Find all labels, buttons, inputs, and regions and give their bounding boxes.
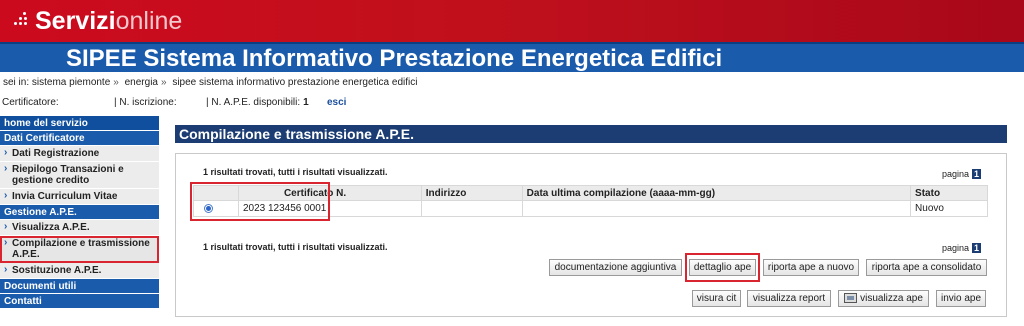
ape-available-count: 1 (303, 97, 309, 108)
cell-indirizzo (420, 200, 523, 217)
page-number[interactable]: 1 (972, 243, 982, 253)
visura-cit-button[interactable]: visura cit (692, 290, 741, 307)
column-header-data: Data ultima compilazione (aaaa-mm-gg) (521, 185, 912, 201)
breadcrumb-item[interactable]: sipee sistema informativo prestazione en… (172, 77, 417, 88)
visualizza-report-button[interactable]: visualizza report (747, 290, 831, 307)
invio-ape-button[interactable]: invio ape (936, 290, 986, 307)
sidebar-item-contatti[interactable]: Contatti (0, 294, 159, 309)
column-header-stato: Stato (910, 185, 988, 201)
iscrizione-label: | N. iscrizione: (114, 97, 177, 108)
sidebar-item-visualizza-ape[interactable]: Visualizza A.P.E. (0, 220, 159, 236)
visualizza-ape-button[interactable]: visualizza ape (838, 290, 929, 307)
sidebar-item-documenti-utili[interactable]: Documenti utili (0, 279, 159, 294)
certificatore-info-bar: Certificatore: | N. iscrizione: | N. A.P… (0, 97, 1024, 113)
certificatore-label: Certificatore: (2, 97, 59, 108)
brand-logo[interactable]: Servizionline (35, 6, 182, 36)
pagination-top: pagina 1 (942, 169, 982, 179)
dettaglio-ape-highlight (685, 253, 760, 282)
results-summary-bottom: 1 risultati trovati, tutti i risultati v… (203, 242, 388, 252)
brand-name-bold: Servizi (35, 7, 116, 35)
riporta-ape-consolidato-button[interactable]: riporta ape a consolidato (866, 259, 987, 276)
results-summary-top: 1 risultati trovati, tutti i risultati v… (203, 167, 388, 177)
documentazione-aggiuntiva-button[interactable]: documentazione aggiuntiva (549, 259, 682, 276)
breadcrumb-item[interactable]: energia (125, 77, 158, 88)
brand-bar: Servizionline (0, 0, 1024, 42)
sidebar: home del servizio Dati Certificatore Dat… (0, 116, 159, 309)
breadcrumb-item[interactable]: sistema piemonte (32, 77, 110, 88)
section-header: Compilazione e trasmissione A.P.E. (175, 125, 1007, 143)
ape-available: | N. A.P.E. disponibili: 1 (206, 97, 309, 108)
monitor-icon (844, 293, 858, 304)
page-title: Compilazione e trasmissione A.P.E. (179, 126, 414, 142)
pagination-bottom: pagina 1 (942, 243, 982, 253)
column-header-indirizzo: Indirizzo (420, 185, 523, 201)
breadcrumb: sei in: sistema piemonte» energia» sipee… (3, 77, 418, 88)
sidebar-item-riepilogo-transazioni[interactable]: Riepilogo Transazioni e gestione credito (0, 162, 159, 189)
exit-link[interactable]: esci (327, 97, 346, 108)
sidebar-item-home[interactable]: home del servizio (0, 116, 159, 131)
riporta-ape-nuovo-button[interactable]: riporta ape a nuovo (763, 259, 859, 276)
app-title-bar: SIPEE Sistema Informativo Prestazione En… (0, 42, 1024, 72)
certificate-highlight (190, 182, 330, 221)
brand-dots-icon (14, 12, 32, 30)
page-number[interactable]: 1 (972, 169, 982, 179)
sidebar-section-gestione-ape[interactable]: Gestione A.P.E. (0, 205, 159, 220)
cell-data (521, 200, 912, 217)
breadcrumb-prefix: sei in: (3, 77, 30, 88)
sidebar-item-sostituzione-ape[interactable]: Sostituzione A.P.E. (0, 263, 159, 279)
sidebar-section-dati-certificatore[interactable]: Dati Certificatore (0, 131, 159, 146)
cell-stato: Nuovo (910, 200, 988, 217)
brand-name-light: online (115, 7, 183, 35)
sidebar-item-invia-curriculum[interactable]: Invia Curriculum Vitae (0, 189, 159, 205)
sidebar-item-compilazione-ape[interactable]: Compilazione e trasmissione A.P.E. (0, 236, 159, 263)
app-title: SIPEE Sistema Informativo Prestazione En… (66, 45, 723, 72)
sidebar-item-dati-registrazione[interactable]: Dati Registrazione (0, 146, 159, 162)
